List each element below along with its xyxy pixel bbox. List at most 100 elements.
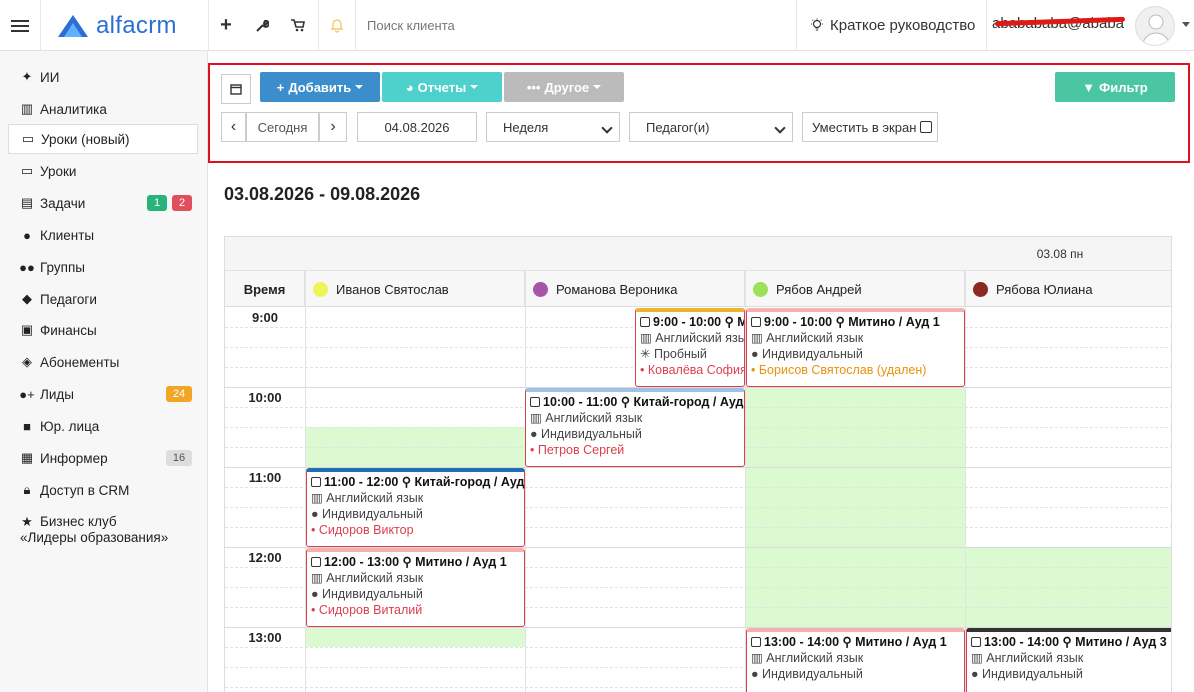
sidebar-item-finance[interactable]: ▣ Финансы xyxy=(8,315,198,345)
teacher-column-header[interactable]: Рябов Андрей xyxy=(745,271,965,307)
star-icon: ★ xyxy=(21,513,33,529)
logo[interactable]: alfacrm xyxy=(56,0,196,51)
sidebar-item-subscriptions[interactable]: ◈ Абонементы xyxy=(8,347,198,377)
lesson-card[interactable]: 12:00 - 13:00 ⚲ Митино / Ауд 1 ▥ Английс… xyxy=(306,548,525,627)
lesson-checkbox[interactable] xyxy=(971,637,981,647)
lesson-card[interactable]: 9:00 - 10:00 ⚲ М ▥ Английский язык ✳ Про… xyxy=(635,308,745,387)
chevron-left-icon: ‹ xyxy=(230,118,237,135)
sidebar-item-label: Аналитика xyxy=(40,101,107,117)
next-period-button[interactable]: › xyxy=(319,112,347,142)
lesson-card[interactable]: 9:00 - 10:00 ⚲ Митино / Ауд 1 ▥ Английск… xyxy=(746,308,965,387)
tasks-badge-red: 2 xyxy=(172,195,192,211)
sidebar-item-clients[interactable]: ● Клиенты xyxy=(8,220,198,250)
logo-text: alfacrm xyxy=(96,11,177,39)
map-icon: ▥ xyxy=(20,101,34,116)
chevron-right-icon: › xyxy=(330,118,336,135)
notifications-button[interactable] xyxy=(320,0,354,51)
teacher-column-header[interactable]: Рябова Юлиана xyxy=(965,271,1171,307)
today-button-label: Сегодня xyxy=(257,119,308,135)
fit-screen-toggle[interactable]: Уместить в экран xyxy=(802,112,938,142)
sidebar-item-label: Лиды xyxy=(40,386,74,402)
lesson-type: Пробный xyxy=(653,347,707,361)
free-slot[interactable] xyxy=(306,627,525,647)
quick-guide-link[interactable]: Краткое руководство xyxy=(810,0,975,51)
sidebar-item-legal[interactable]: ■ Юр. лица xyxy=(8,411,198,441)
lesson-client[interactable]: • Сидоров Виктор xyxy=(311,522,520,538)
teacher-color-dot xyxy=(753,281,768,297)
teacher-select-value: Педагог(и) xyxy=(646,119,710,135)
sidebar-item-analytics[interactable]: ▥ Аналитика xyxy=(8,94,198,124)
book-icon: ▥ xyxy=(311,571,327,585)
calendar-picker-button[interactable] xyxy=(221,74,251,104)
prev-period-button[interactable]: ‹ xyxy=(221,112,246,142)
lesson-card[interactable]: 13:00 - 14:00 ⚲ Митино / Ауд 3 ▥ Английс… xyxy=(966,628,1171,692)
filter-button[interactable]: ▼ Фильтр xyxy=(1055,72,1175,102)
informer-badge: 16 xyxy=(166,450,192,466)
add-button[interactable]: + Добавить xyxy=(260,72,380,102)
sidebar-item-label: Уроки xyxy=(40,163,77,179)
lesson-card[interactable]: 10:00 - 11:00 ⚲ Китай-город / Ауд 3 ▥ Ан… xyxy=(525,388,745,467)
period-select[interactable]: Неделя xyxy=(486,112,620,142)
settings-button[interactable] xyxy=(246,0,278,51)
add-quick-button[interactable]: + xyxy=(210,0,242,51)
user-plus-icon: ●+ xyxy=(19,386,35,402)
teacher-select[interactable]: Педагог(и) xyxy=(629,112,793,142)
avatar[interactable] xyxy=(1135,6,1175,46)
graduation-cap-icon: ◆ xyxy=(22,291,32,306)
lesson-checkbox[interactable] xyxy=(640,317,650,327)
lesson-card[interactable]: 13:00 - 14:00 ⚲ Митино / Ауд 1 ▥ Английс… xyxy=(746,628,965,692)
lesson-subject: Английский язык xyxy=(545,411,643,425)
user-icon: ● xyxy=(530,427,542,441)
date-input[interactable]: 04.08.2026 xyxy=(357,112,477,142)
quick-guide-label: Краткое руководство xyxy=(830,17,976,34)
sidebar-item-crm-access[interactable]: 🔒︎ Доступ в CRM xyxy=(8,475,198,505)
cart-icon xyxy=(291,19,305,32)
lesson-checkbox[interactable] xyxy=(311,477,321,487)
lesson-checkbox[interactable] xyxy=(311,557,321,567)
period-select-value: Неделя xyxy=(503,119,549,135)
filter-button-label: Фильтр xyxy=(1099,79,1148,95)
lesson-time-location: 13:00 - 14:00 ⚲ Митино / Ауд 3 xyxy=(984,635,1167,649)
sidebar-item-groups[interactable]: ●● Группы xyxy=(8,252,198,282)
book-icon: ▥ xyxy=(640,331,656,345)
sidebar-item-teachers[interactable]: ◆ Педагоги xyxy=(8,284,198,314)
day-label: 03.08 пн xyxy=(1036,247,1084,261)
lesson-client[interactable]: • Борисов Святослав (удален) xyxy=(751,362,960,378)
day-header: 03.08 пн xyxy=(225,237,1171,271)
other-button[interactable]: ••• Другое xyxy=(504,72,624,102)
teacher-column-header[interactable]: Романова Вероника xyxy=(525,271,745,307)
lesson-checkbox[interactable] xyxy=(751,637,761,647)
today-button[interactable]: Сегодня xyxy=(246,112,319,142)
sidebar-item-tasks[interactable]: ▤ Задачи 1 2 xyxy=(8,188,198,218)
user-menu-caret-icon[interactable] xyxy=(1182,22,1190,27)
lesson-client[interactable]: • Сидоров Виталий xyxy=(311,602,520,618)
menu-toggle-button[interactable] xyxy=(0,0,40,51)
schedule-toolbar: + Добавить ◕ Отчеты ••• Другое ▼ Фильтр ‹ Се… xyxy=(208,63,1190,163)
sidebar-item-informer[interactable]: ▦ Информер 16 xyxy=(8,443,198,473)
lesson-card[interactable]: 11:00 - 12:00 ⚲ Китай-город / Ауд 1 ▥ Ан… xyxy=(306,468,525,547)
lesson-client[interactable]: • Ковалёва София xyxy=(640,362,744,378)
sidebar-item-business-club[interactable]: ★ Бизнес клуб «Лидеры образования» xyxy=(8,507,198,551)
lesson-time-location: 10:00 - 11:00 ⚲ Китай-город / Ауд 3 xyxy=(543,395,745,409)
chevron-down-icon xyxy=(601,122,613,134)
sparkle-icon: ✦ xyxy=(21,69,33,84)
fit-screen-checkbox[interactable] xyxy=(920,121,933,133)
sidebar-item-label: Задачи xyxy=(40,195,86,211)
teacher-column-header[interactable]: Иванов Святослав xyxy=(305,271,525,307)
cart-button[interactable] xyxy=(282,0,314,51)
time-label: 12:00 xyxy=(248,550,282,565)
lesson-client[interactable]: • Петров Сергей xyxy=(530,442,740,458)
calendar-grid: 03.08 пн Время Иванов Святослав Романова… xyxy=(224,236,1172,692)
briefcase-icon: ■ xyxy=(23,418,31,434)
lesson-checkbox[interactable] xyxy=(751,317,761,327)
sidebar-item-lessons[interactable]: ▭ Уроки xyxy=(8,156,198,186)
sidebar-item-ai[interactable]: ✦ ИИ xyxy=(8,62,198,92)
sidebar-item-label: Юр. лица xyxy=(40,418,100,434)
caret-down-icon xyxy=(593,85,602,89)
sidebar-item-lessons-new[interactable]: ▭ Уроки (новый) xyxy=(8,124,198,154)
lesson-checkbox[interactable] xyxy=(530,397,540,407)
reports-button[interactable]: ◕ Отчеты xyxy=(382,72,502,102)
client-search-input[interactable]: Поиск клиента xyxy=(367,18,455,33)
sidebar-item-label-secondary: «Лидеры образования» xyxy=(20,529,169,545)
sidebar-item-leads[interactable]: ●+ Лиды 24 xyxy=(8,379,198,409)
